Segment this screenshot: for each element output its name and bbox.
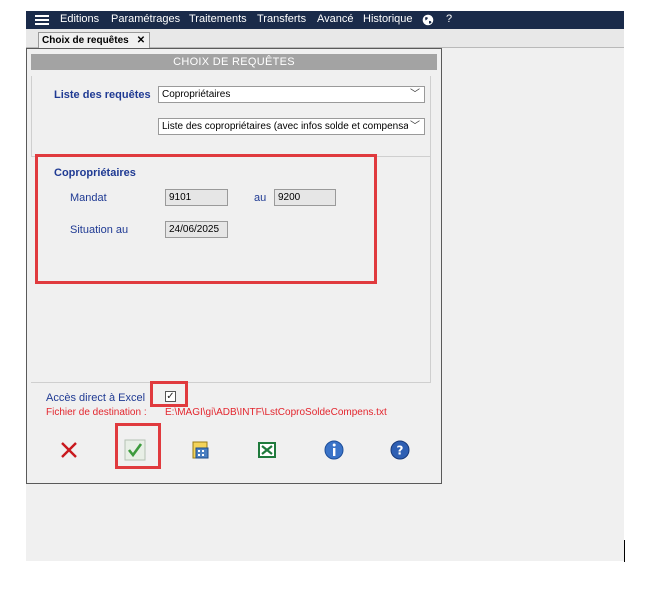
chevron-down-icon: ﹀ [410,89,420,100]
menu-bar: Editions Paramétrages Traitements Transf… [26,11,624,29]
highlight-excel-checkbox [150,381,188,407]
dest-path: E:\MAGI\gi\ADB\INTF\LstCoproSoldeCompens… [165,407,387,418]
chevron-down-icon: ﹀ [408,119,420,134]
text-cursor [624,540,625,562]
menu-historique[interactable]: Historique [363,13,413,25]
panel-border-right [430,76,431,156]
menu-transferts[interactable]: Transferts [257,13,306,25]
dest-label: Fichier de destination : [46,407,147,418]
menu-traitements[interactable]: Traitements [189,13,247,25]
panel-border-left [31,76,32,156]
panel-divider-bottom [31,382,431,383]
tab-bar: Choix de requêtes ✕ [26,29,624,48]
tab-choix-de-requetes[interactable]: Choix de requêtes ✕ [38,32,151,48]
globe-icon[interactable] [422,14,434,26]
calculator-icon[interactable] [190,439,212,461]
request-select-value: Copropriétaires [162,89,231,100]
menu-avance[interactable]: Avancé [317,13,354,25]
panel-border-right-lower [430,157,431,382]
menu-parametrages[interactable]: Paramétrages [111,13,180,25]
info-icon[interactable] [323,439,345,461]
menu-editions[interactable]: Editions [60,13,99,25]
sub-request-select[interactable]: Liste des copropriétaires (avec infos so… [158,118,425,135]
excel-label: Accès direct à Excel [46,392,146,404]
close-icon[interactable]: ✕ [137,35,145,46]
requests-label: Liste des requêtes [54,89,151,101]
hamburger-menu-icon[interactable] [35,15,49,25]
highlight-validate-button [115,423,161,469]
window-title: CHOIX DE REQUÊTES [31,54,437,70]
help-icon[interactable]: ? [389,439,411,461]
cancel-button[interactable] [58,439,80,461]
svg-text:?: ? [397,444,404,458]
sub-request-select-value: Liste des copropriétaires (avec infos so… [162,121,412,132]
excel-icon[interactable] [256,439,278,461]
menu-help[interactable]: ? [446,13,452,25]
request-select[interactable]: Copropriétaires ﹀ [158,86,425,103]
tab-label: Choix de requêtes [42,35,129,46]
highlight-criteria-box [35,154,377,284]
